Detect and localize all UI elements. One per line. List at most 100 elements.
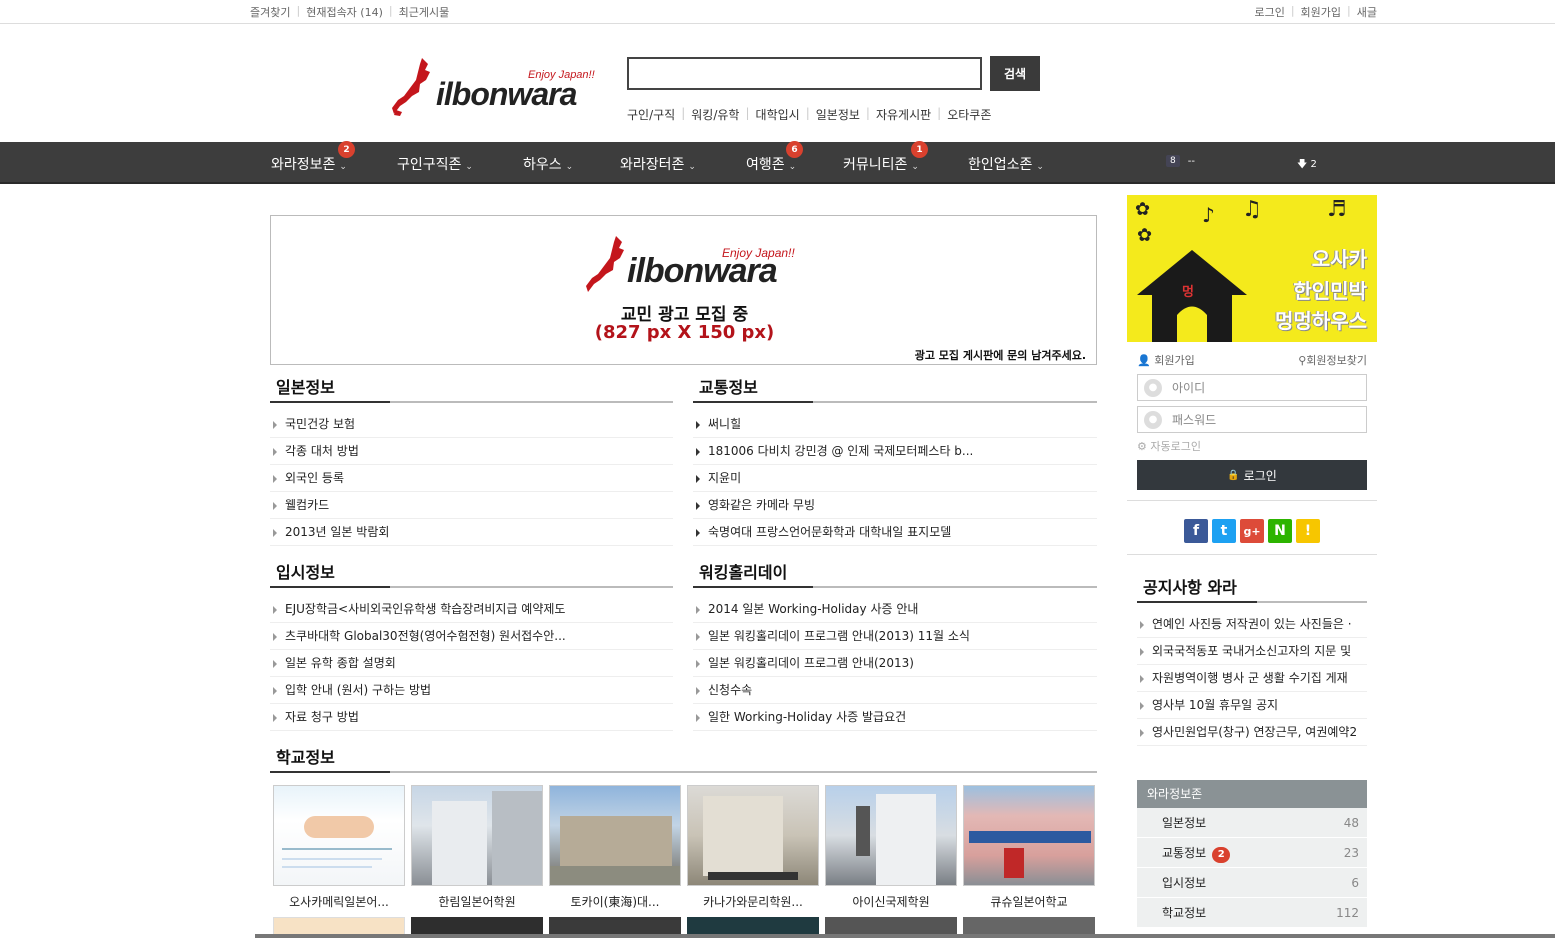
list-item[interactable]: 각종 대처 방법 [270, 438, 673, 465]
gallery-item[interactable]: 한림일본어학원 [411, 785, 543, 910]
username-placeholder: 아이디 [1172, 381, 1206, 395]
list-item[interactable]: 자료 청구 방법 [270, 704, 673, 731]
nav-item-jobs[interactable]: 구인구직존 ⌄ [397, 154, 473, 174]
list-item[interactable]: 신청수속 [693, 677, 1097, 704]
list-item[interactable]: 2013년 일본 박람회 [270, 519, 673, 546]
login-button[interactable]: 🔒 로그인 [1137, 460, 1367, 490]
gallery-item[interactable]: 토카이(東海)대... [549, 785, 681, 910]
section-title[interactable]: 교통정보 [693, 377, 1097, 403]
bookmark-link[interactable]: 즐겨찾기 [250, 4, 290, 20]
list-item[interactable]: 숙명여대 프랑스언어문화학과 대학내일 표지모델 [693, 519, 1097, 546]
nav-badge: 2 [338, 141, 355, 158]
list-item[interactable]: 영사부 10월 휴무일 공지 [1137, 692, 1367, 719]
post-list: 국민건강 보험 각종 대처 방법 외국인 등록 웰컴카드 2013년 일본 박람… [270, 411, 673, 546]
banner-line-2: (827 px X 150 px) [594, 322, 775, 343]
download-counter[interactable]: 🡇 2 [1297, 157, 1317, 174]
search-button[interactable]: 검색 [990, 56, 1040, 91]
list-item[interactable]: 일본 유학 종합 설명회 [270, 650, 673, 677]
section-title[interactable]: 공지사항 와라 [1137, 577, 1367, 603]
chevron-down-icon: ⌄ [565, 162, 574, 172]
gallery-item[interactable]: 오사카메릭일본어... [273, 785, 405, 910]
online-counter[interactable]: 8 -- [1166, 155, 1195, 167]
section-title[interactable]: 워킹홀리데이 [693, 562, 1097, 588]
list-item[interactable]: 국민건강 보험 [270, 411, 673, 438]
ad-banner[interactable]: ilbonwara Enjoy Japan!! 교민 광고 모집 중 (827 … [270, 215, 1097, 365]
gallery-item[interactable]: 아이신국제학원 [825, 785, 957, 910]
school-gallery: 오사카메릭일본어... 한림일본어학원 토카이(東海)대... 카나가와문리학원… [273, 785, 1101, 910]
nav-item-korean-shops[interactable]: 한인업소존 ⌄ [968, 154, 1044, 174]
sidebar-ad-banner[interactable]: ✿ ♪ ♫ ♬ ✿ 멍 오사카 한인민박 멍멍하우스 [1127, 195, 1377, 342]
list-item[interactable]: 외국국적동포 국내거소신고자의 지문 및 [1137, 638, 1367, 665]
list-item[interactable]: 영사민원업무(창구) 연장근무, 여권예약2 [1137, 719, 1367, 746]
kakaostory-icon[interactable]: ! [1296, 519, 1320, 543]
nav-item-market[interactable]: 와라장터존 ⌄ [620, 154, 696, 174]
site-logo[interactable]: ilbonwara Enjoy Japan!! [392, 58, 597, 118]
list-item[interactable]: 츠쿠바대학 Global30전형(영어수험전형) 원서접수안... [270, 623, 673, 650]
list-item[interactable]: 연예인 사진등 저작권이 있는 사진들은 · [1137, 611, 1367, 638]
notice-list: 연예인 사진등 저작권이 있는 사진들은 · 외국국적동포 국내거소신고자의 지… [1137, 611, 1367, 746]
board-menu-item[interactable]: 입시정보 6 [1137, 868, 1367, 898]
list-item[interactable]: 외국인 등록 [270, 465, 673, 492]
nav-label: 한인업소존 [968, 157, 1033, 173]
list-item[interactable]: 웰컴카드 [270, 492, 673, 519]
quick-link-free-board[interactable]: 자유게시판 [876, 106, 931, 123]
login-link[interactable]: 로그인 [1254, 4, 1284, 20]
list-item[interactable]: 2014 일본 Working-Holiday 사증 안내 [693, 596, 1097, 623]
board-menu-title[interactable]: 와라정보존 [1137, 780, 1367, 808]
share-bar: f t g+ N ! [1184, 519, 1324, 543]
quick-link-admission[interactable]: 대학입시 [756, 106, 800, 123]
list-item[interactable]: 자원병역이행 병사 군 생활 수기집 게재 [1137, 665, 1367, 692]
list-item[interactable]: 일한 Working-Holiday 사증 발급요건 [693, 704, 1097, 731]
login-button-label: 로그인 [1243, 468, 1277, 483]
find-account-link[interactable]: ⚲회원정보찾기 [1298, 352, 1367, 368]
list-item[interactable]: 입학 안내 (원서) 구하는 방법 [270, 677, 673, 704]
quick-link-otaku[interactable]: 오타쿠존 [947, 106, 991, 123]
section-title[interactable]: 입시정보 [270, 562, 673, 588]
main-nav: 와라정보존 ⌄ 2 구인구직존 ⌄ 하우스 ⌄ 와라장터존 ⌄ 여행존 ⌄ 6 커뮤니티존… [0, 141, 1555, 184]
list-item[interactable]: 써니힐 [693, 411, 1097, 438]
recent-posts-link[interactable]: 최근게시물 [399, 4, 450, 20]
password-field[interactable]: ● 패스워드 [1137, 406, 1367, 433]
gallery-item[interactable]: 큐슈일본어학교 [963, 785, 1095, 910]
gallery-item[interactable]: 카나가와문리학원... [687, 785, 819, 910]
list-item[interactable]: 영화같은 카메라 무빙 [693, 492, 1097, 519]
new-posts-link[interactable]: 새글 [1357, 4, 1377, 20]
traffic-info-section: 교통정보 써니힐 181006 다비치 강민경 @ 인제 국제모터페스타 b..… [693, 377, 1097, 546]
user-icon: ● [1144, 378, 1162, 397]
nav-item-house[interactable]: 하우스 ⌄ [523, 154, 573, 174]
signup-link[interactable]: 회원가입 [1301, 4, 1341, 20]
chevron-down-icon: ⌄ [465, 162, 473, 172]
list-item[interactable]: 181006 다비치 강민경 @ 인제 국제모터페스타 b... [693, 438, 1097, 465]
list-item[interactable]: EJU장학금<사비외국인유학생 학습장려비지급 예약제도 [270, 596, 673, 623]
naver-icon[interactable]: N [1268, 519, 1292, 543]
nav-item-community[interactable]: 커뮤니티존 ⌄ 1 [843, 141, 928, 174]
top-left-links: 즐겨찾기 | 현재접속자 (14) | 최근게시물 [250, 4, 450, 20]
quick-link-japan-info[interactable]: 일본정보 [816, 106, 860, 123]
board-menu-label: 학교정보 [1162, 906, 1207, 920]
nav-item-wara-info[interactable]: 와라정보존 ⌄ 2 [271, 141, 355, 174]
autologin-toggle[interactable]: ⚙ 자동로그인 [1137, 438, 1201, 454]
twitter-icon[interactable]: t [1212, 519, 1236, 543]
search-input[interactable] [627, 57, 982, 90]
list-item[interactable]: 일본 워킹홀리데이 프로그램 안내(2013) [693, 650, 1097, 677]
nav-item-travel[interactable]: 여행존 ⌄ 6 [746, 141, 803, 174]
board-menu-item[interactable]: 일본정보 48 [1137, 808, 1367, 838]
quick-link-jobs[interactable]: 구인/구직 [627, 106, 675, 123]
facebook-icon[interactable]: f [1184, 519, 1208, 543]
horizontal-scrollbar[interactable] [255, 934, 1555, 938]
list-item[interactable]: 지윤미 [693, 465, 1097, 492]
quick-link-working[interactable]: 워킹/유학 [691, 106, 739, 123]
nav-badge: 6 [786, 141, 803, 158]
section-title[interactable]: 일본정보 [270, 377, 673, 403]
ad-line-3: 멍멍하우스 [1275, 309, 1367, 333]
username-field[interactable]: ● 아이디 [1137, 374, 1367, 401]
section-title[interactable]: 학교정보 [270, 747, 1097, 773]
board-menu-item[interactable]: 학교정보 112 [1137, 898, 1367, 928]
logo-tagline: Enjoy Japan!! [528, 69, 595, 81]
signup-link[interactable]: 👤 회원가입 [1137, 352, 1195, 368]
school-thumbnail [411, 785, 543, 886]
online-users-link[interactable]: 현재접속자 (14) [306, 4, 383, 20]
googleplus-icon[interactable]: g+ [1240, 519, 1264, 543]
board-menu-item[interactable]: 교통정보 2 23 [1137, 838, 1367, 868]
list-item[interactable]: 일본 워킹홀리데이 프로그램 안내(2013) 11월 소식 [693, 623, 1097, 650]
